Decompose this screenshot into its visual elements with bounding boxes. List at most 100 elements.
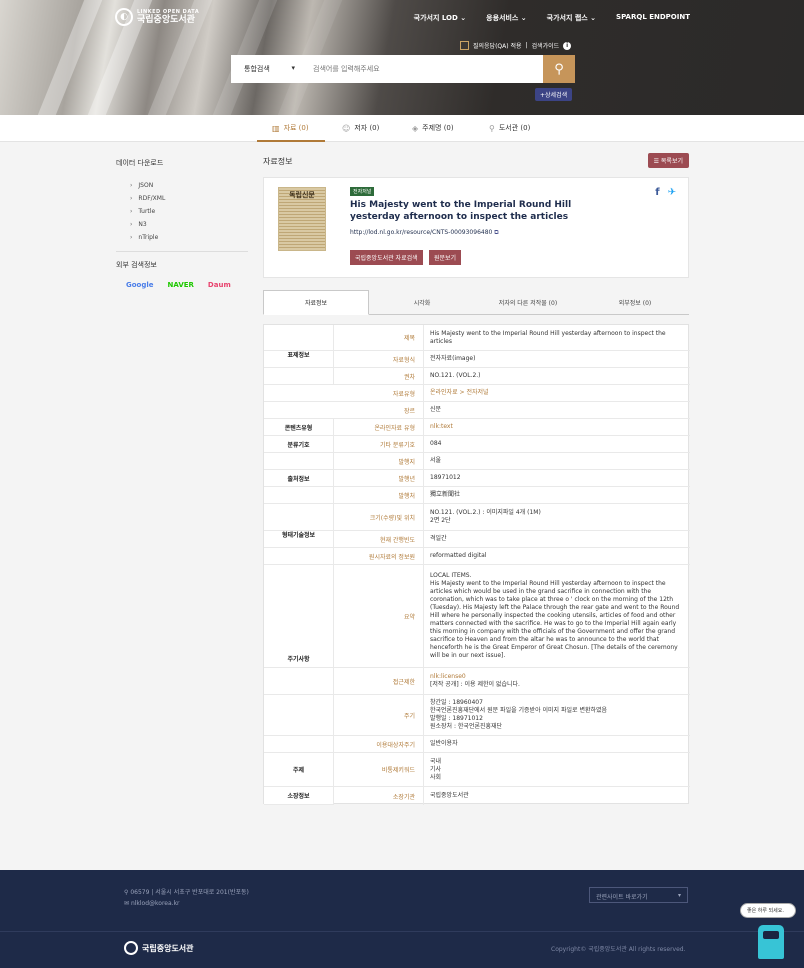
logo-title: 국립중앙도서관 — [137, 15, 195, 25]
download-ntriple[interactable]: nTriple — [130, 234, 248, 241]
table-row: 자료유형 온라인자료 > 전자저널 — [264, 385, 690, 402]
divider — [116, 251, 248, 252]
chevron-down-icon: ⌄ — [460, 14, 467, 22]
external-title: 외부 검색정보 — [116, 261, 157, 269]
search-engines: Google NAVER Daum — [116, 281, 248, 289]
search-scope-select[interactable]: 통합검색 ▾ — [231, 64, 303, 74]
table-row: 제목 His Majesty went to the Imperial Roun… — [264, 325, 690, 351]
table-row: 권차 NO.121. (VOL.2.) — [264, 368, 690, 385]
logo-icon — [124, 941, 138, 955]
subtab-other-works[interactable]: 저자의 다른 저작물 (0) — [475, 290, 581, 315]
subtab-external[interactable]: 외부정보 (0) — [581, 290, 689, 315]
table-row: 접근제한 nlk:license0 [저작 공개] : 이용 제한이 없습니다. — [264, 668, 690, 695]
twitter-icon[interactable]: ✈ — [668, 187, 676, 198]
google-logo[interactable]: Google — [126, 281, 154, 289]
sidebar: 데이터 다운로드 JSON RDF/XML Turtle N3 nTriple … — [116, 158, 248, 289]
copyright: Copyright© 국립중앙도서관 All rights reserved. — [551, 946, 686, 953]
daum-logo[interactable]: Daum — [208, 281, 231, 289]
tab-library[interactable]: ⚲ 도서관 (0) — [489, 123, 530, 133]
table-row: 크기(수량)및 위치 NO.121. (VOL.2.) : 이미지파일 4개 (… — [264, 504, 690, 531]
table-row: 발행처 獨立新聞社 — [264, 487, 690, 504]
footer: ⚲ 06579 | 서울시 서초구 반포대로 201(반포동) ✉ nlklod… — [0, 870, 804, 968]
table-row: 발행지 서울 — [264, 453, 690, 470]
download-title: 데이터 다운로드 — [116, 159, 164, 167]
download-list: JSON RDF/XML Turtle N3 nTriple — [116, 182, 248, 241]
nav-item-labs[interactable]: 국가서지 랩스 ⌄ — [547, 13, 596, 23]
share-buttons: f ✈ — [655, 187, 676, 198]
chevron-down-icon: ⌄ — [520, 14, 527, 22]
header-banner: ◐ LINKED OPEN DATA 국립중앙도서관 국가서지 LOD ⌄ 응용… — [0, 0, 804, 115]
external-link-icon: ⧉ — [494, 229, 499, 236]
info-icon[interactable]: i — [563, 41, 572, 50]
nav-item-sparql[interactable]: SPARQL ENDPOINT — [616, 13, 690, 23]
footer-email: nlklod@korea.kr — [130, 900, 180, 907]
chevron-down-icon: ⌄ — [590, 14, 597, 22]
qa-option: 질의응답(QA) 적용 | 검색가이드 i — [460, 41, 572, 50]
search-icon: ⚲ — [554, 61, 564, 77]
robot-icon — [758, 925, 784, 959]
person-icon: ☺ — [342, 123, 351, 133]
library-search-button[interactable]: 국립중앙도서관 자료검색 — [350, 250, 423, 265]
item-uri[interactable]: http://lod.nl.go.kr/resource/CNTS-000930… — [350, 229, 499, 237]
location-icon: ⚲ — [489, 123, 495, 133]
nav-item-lod[interactable]: 국가서지 LOD ⌄ — [414, 13, 466, 23]
search-guide-link[interactable]: 검색가이드 — [532, 41, 560, 50]
table-row: 발행년 18971012 — [264, 470, 690, 487]
search-input[interactable] — [303, 55, 543, 83]
table-row: 온라인자료 유형 nlk:text — [264, 419, 690, 436]
subtab-visualize[interactable]: 시각화 — [369, 290, 475, 315]
logo-icon: ◐ — [115, 8, 133, 26]
nav-item-services[interactable]: 응용서비스 ⌄ — [486, 13, 527, 23]
book-icon: ▥ — [272, 123, 280, 133]
result-tabs: ▥ 자료 (0) ☺ 저자 (0) ◈ 주제명 (0) ⚲ 도서관 (0) — [0, 115, 804, 142]
table-row: 요약 LOCAL ITEMS. His Majesty went to the … — [264, 565, 690, 668]
caret-down-icon: ▾ — [677, 892, 681, 899]
advanced-search-button[interactable]: +상세검색 — [535, 88, 573, 101]
chatbot-widget[interactable]: 좋은 하루 되세요. — [740, 903, 796, 959]
table-row: 현재 간행빈도 격일간 — [264, 531, 690, 548]
list-icon: ☰ — [653, 158, 661, 165]
caret-down-icon: ▾ — [291, 64, 295, 72]
detail-table: 표제정보 콘텐츠유형 분류기호 출처정보 형태기술정보 주기사항 주제 소장정보… — [263, 324, 690, 805]
list-button[interactable]: ☰ 목록보기 — [647, 153, 689, 168]
detail-tabs: 자료정보 시각화 저자의 다른 저작물 (0) 외부정보 (0) — [263, 290, 689, 315]
search-bar: 통합검색 ▾ ⚲ — [231, 55, 575, 83]
related-sites-select[interactable]: 관련사이트 바로가기 ▾ — [589, 887, 688, 903]
table-row: 자료형식 전자자료(image) — [264, 351, 690, 368]
type-badge: 전자저널 — [350, 187, 375, 196]
tab-subject[interactable]: ◈ 주제명 (0) — [412, 123, 454, 133]
page-title: 자료정보 — [263, 157, 293, 166]
tag-icon: ◈ — [412, 123, 419, 133]
view-original-button[interactable]: 원문보기 — [429, 250, 462, 265]
table-row: 장르 신문 — [264, 402, 690, 419]
footer-divider — [0, 931, 804, 932]
item-title: His Majesty went to the Imperial Round H… — [350, 200, 572, 222]
footer-logo: 국립중앙도서관 — [124, 941, 194, 955]
mail-icon: ✉ — [124, 900, 131, 907]
table-row: 주기 창간일 : 18960407 한국언론진흥재단에서 원문 파일을 기증받아… — [264, 695, 690, 736]
facebook-icon[interactable]: f — [655, 187, 659, 198]
table-row: 비통제키워드 국내 기사 사회 — [264, 753, 690, 787]
tab-author[interactable]: ☺ 저자 (0) — [342, 123, 379, 133]
main-nav: 국가서지 LOD ⌄ 응용서비스 ⌄ 국가서지 랩스 ⌄ SPARQL ENDP… — [414, 13, 690, 23]
subtab-info[interactable]: 자료정보 — [263, 290, 369, 315]
download-turtle[interactable]: Turtle — [130, 208, 248, 215]
thumbnail-image[interactable]: 독립신문 — [278, 187, 326, 251]
site-logo[interactable]: ◐ LINKED OPEN DATA 국립중앙도서관 — [115, 8, 199, 26]
table-row: 원시자료의 정보원 reformatted digital — [264, 548, 690, 565]
tab-material[interactable]: ▥ 자료 (0) — [272, 123, 309, 133]
download-rdfxml[interactable]: RDF/XML — [130, 195, 248, 202]
footer-address: 06579 | 서울시 서초구 반포대로 201(반포동) — [130, 889, 249, 896]
search-button[interactable]: ⚲ — [543, 55, 575, 83]
chatbot-bubble: 좋은 하루 되세요. — [740, 903, 796, 918]
naver-logo[interactable]: NAVER — [168, 281, 194, 289]
download-json[interactable]: JSON — [130, 182, 248, 189]
footer-contact: ⚲ 06579 | 서울시 서초구 반포대로 201(반포동) ✉ nlklod… — [124, 887, 249, 909]
table-row: 소장기관 국립중앙도서관 — [264, 787, 690, 805]
download-n3[interactable]: N3 — [130, 221, 248, 228]
item-card: 독립신문 전자저널 His Majesty went to the Imperi… — [263, 177, 689, 278]
qa-checkbox[interactable] — [460, 41, 469, 50]
table-row: 기타 분류기호 084 — [264, 436, 690, 453]
qa-label: 질의응답(QA) 적용 — [473, 43, 522, 50]
table-row: 이용대상자주기 일반이용자 — [264, 736, 690, 753]
